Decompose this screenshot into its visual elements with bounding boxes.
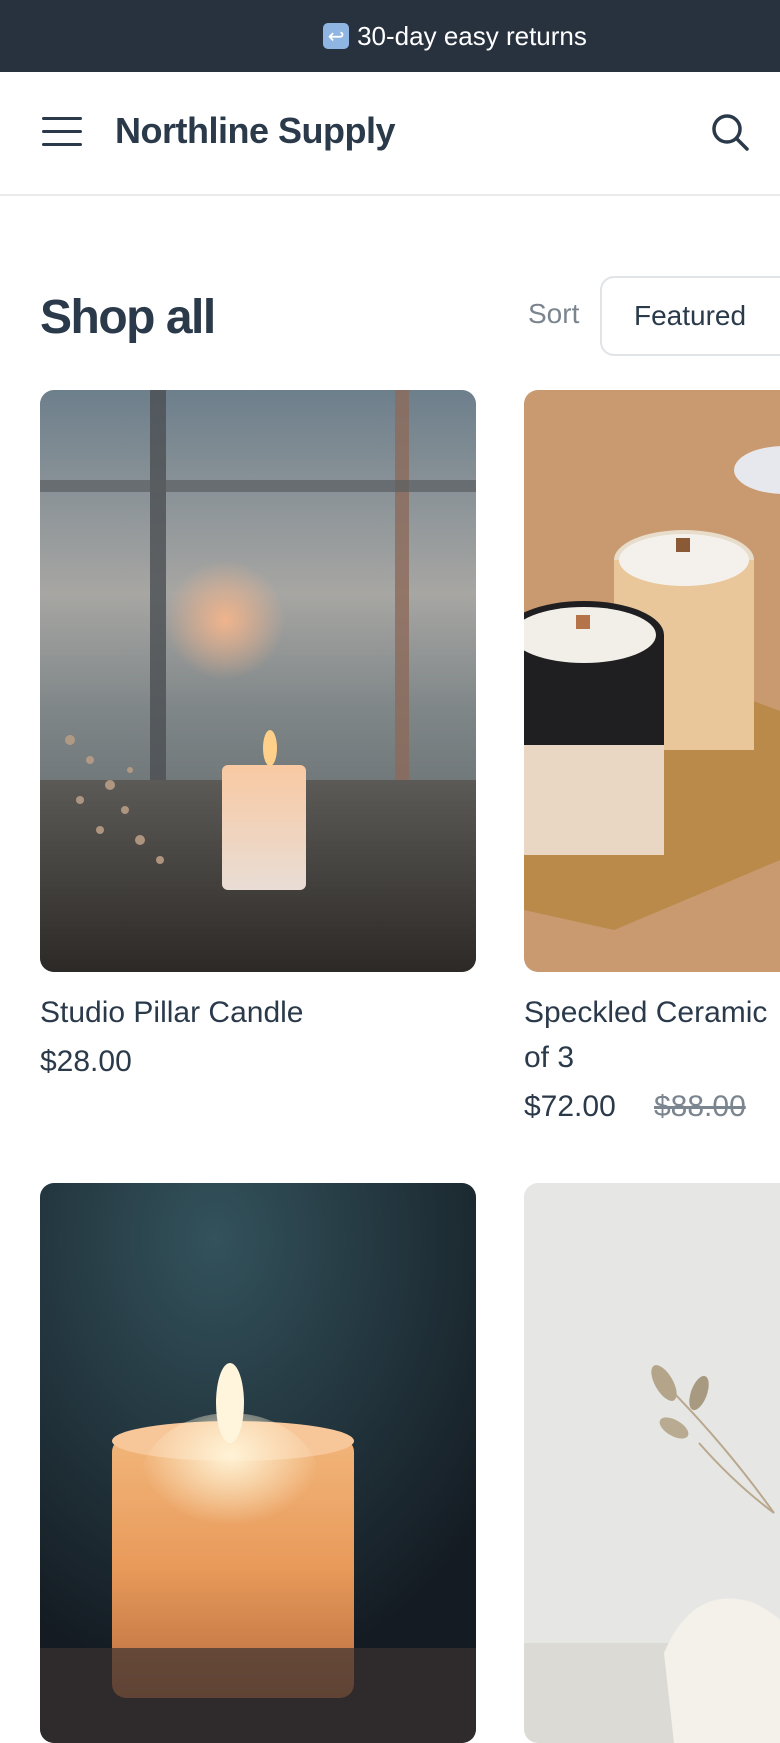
product-card[interactable] bbox=[40, 1183, 476, 1743]
product-title[interactable]: Speckled Ceramic of 3 bbox=[524, 990, 780, 1080]
sort-label: Sort bbox=[528, 298, 580, 329]
search-icon[interactable] bbox=[710, 112, 750, 152]
sort-select[interactable]: Featured bbox=[600, 276, 780, 356]
product-card[interactable] bbox=[524, 1183, 780, 1743]
product-compare-price: $88.00 bbox=[654, 1090, 746, 1123]
product-image-pillar-candle[interactable] bbox=[40, 390, 476, 972]
return-arrow-icon: ↩ bbox=[323, 23, 350, 49]
product-image-dried-flowers[interactable] bbox=[524, 1183, 780, 1743]
sort-select-value: Featured bbox=[634, 300, 747, 331]
product-card[interactable]: Studio Pillar Candle $28.00 bbox=[40, 390, 476, 1090]
brand-logo[interactable]: Northline Supply bbox=[115, 110, 396, 152]
product-image-ceramic-candles[interactable] bbox=[524, 390, 780, 972]
product-title-line: Speckled Ceramic bbox=[524, 996, 768, 1029]
hamburger-menu-icon[interactable] bbox=[42, 117, 82, 147]
product-sale-price: $72.00 bbox=[524, 1090, 616, 1123]
announcement-text: 30-day easy returns bbox=[357, 20, 587, 51]
product-title[interactable]: Studio Pillar Candle bbox=[40, 990, 303, 1035]
product-title-line: of 3 bbox=[524, 1041, 575, 1074]
product-price: $28.00 bbox=[40, 1045, 132, 1078]
product-image-glass-candle[interactable] bbox=[40, 1183, 476, 1743]
site-header: Northline Supply bbox=[0, 72, 780, 196]
page-title: Shop all bbox=[40, 291, 216, 344]
announcement-bar: ↩ 30-day easy returns bbox=[0, 0, 780, 72]
collection-toolbar: Shop all Sort Featured bbox=[0, 270, 780, 360]
product-card[interactable]: Speckled Ceramic of 3 $72.00 $88.00 bbox=[524, 390, 780, 1130]
